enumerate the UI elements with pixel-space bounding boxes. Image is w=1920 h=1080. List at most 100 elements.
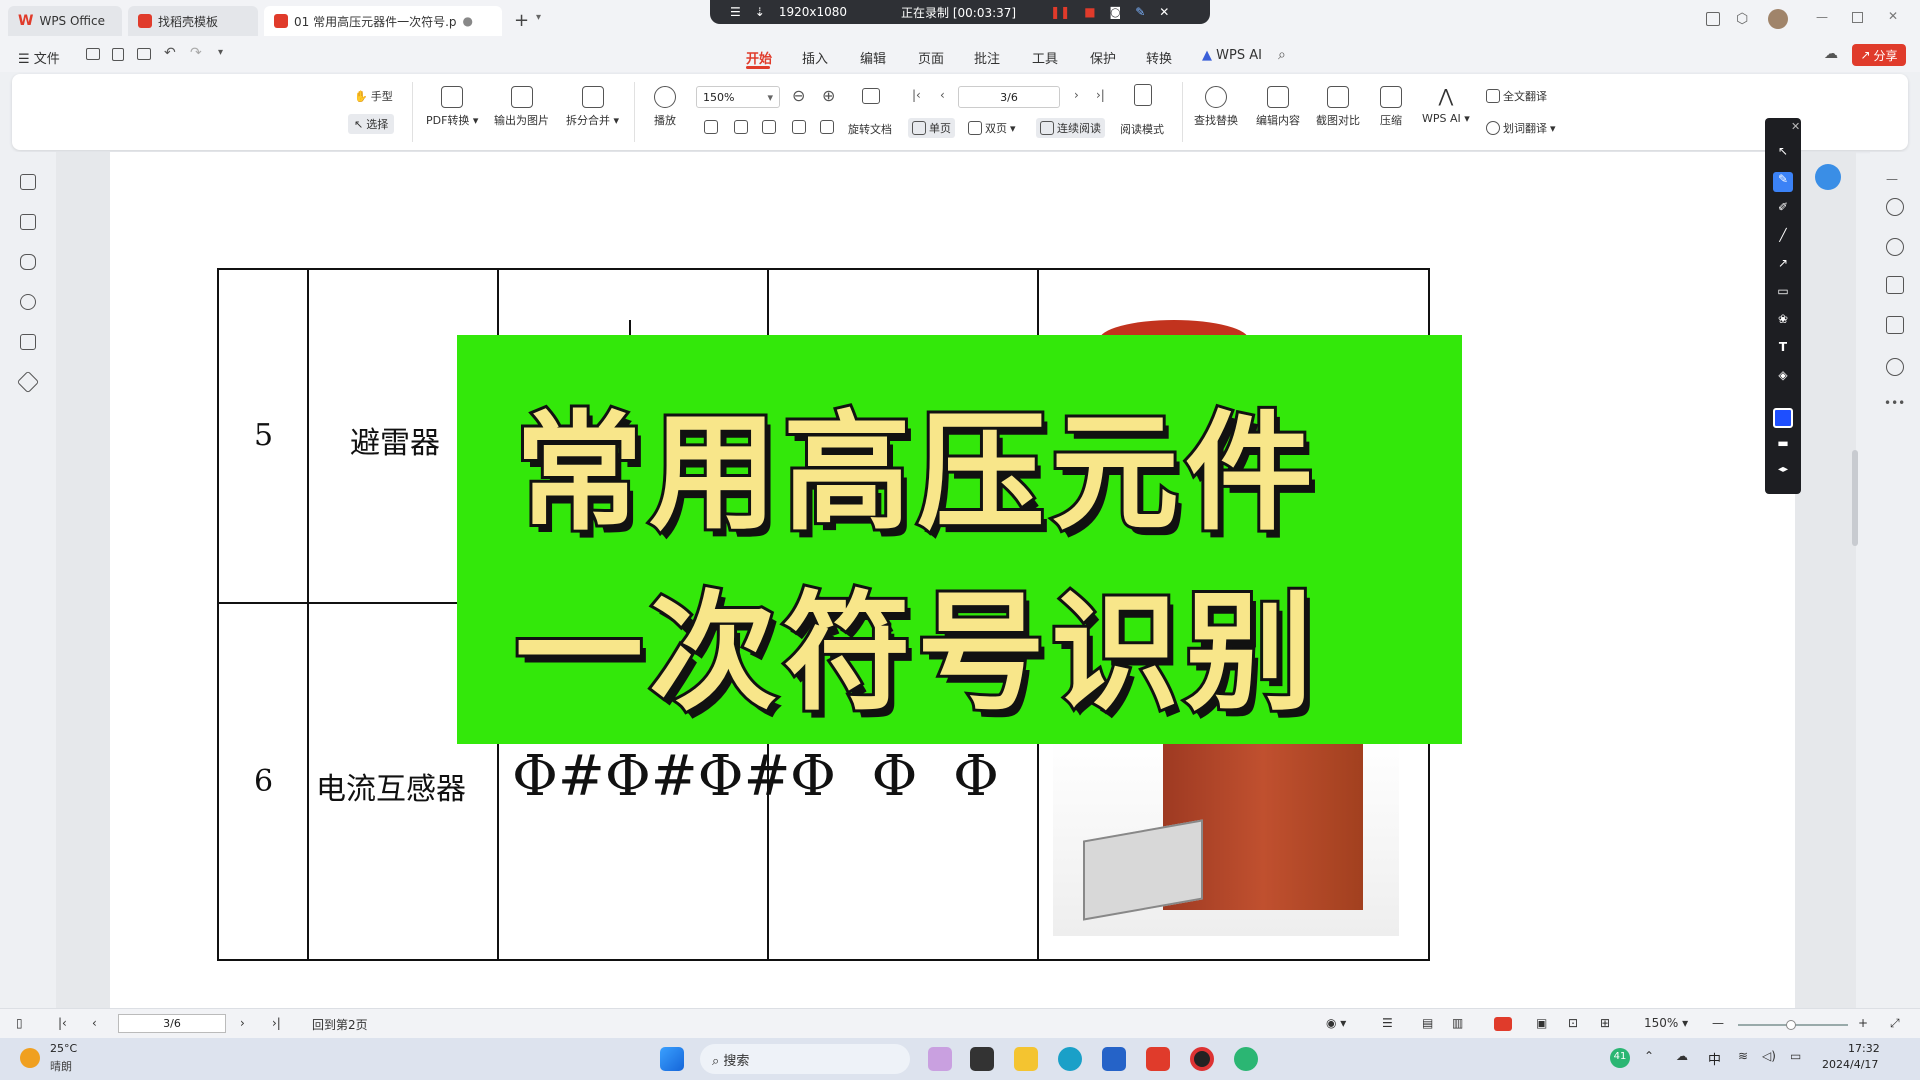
pin-icon[interactable]: ⇣ (755, 5, 765, 19)
first-page-icon[interactable]: |‹ (58, 1016, 67, 1030)
wps-ai-button[interactable]: ⋀ WPS AI ▾ (1422, 86, 1470, 125)
attachment-icon[interactable] (20, 294, 36, 310)
screenshot-compare-button[interactable]: 截图对比 (1316, 86, 1360, 128)
wps-taskbar-icon[interactable] (1146, 1047, 1170, 1071)
chevron-down-icon[interactable]: ▾ (536, 12, 541, 23)
page-field[interactable]: 3/6 (118, 1014, 226, 1033)
signature-icon[interactable] (20, 334, 36, 350)
zoom-slider-handle[interactable] (1786, 1020, 1796, 1030)
compress-button[interactable]: 压缩 (1380, 86, 1402, 128)
back-to-page-link[interactable]: 回到第2页 (312, 1016, 368, 1033)
zoom-in-icon[interactable]: ⊕ (822, 86, 835, 105)
copilot-icon[interactable] (928, 1047, 952, 1071)
double-view-icon[interactable]: ▥ (1452, 1016, 1463, 1030)
expand-icon[interactable]: ◂▸ (1773, 464, 1793, 484)
window-tile-icon[interactable] (1706, 12, 1720, 26)
select-tool-button[interactable]: ↖ 选择 (348, 114, 395, 134)
file-menu[interactable]: ☰ 文件 (18, 48, 60, 67)
search-icon[interactable] (1886, 198, 1904, 216)
fit-icon[interactable]: ▣ (1536, 1016, 1547, 1030)
full-translate-button[interactable]: 全文翻译 (1486, 88, 1547, 104)
text-icon[interactable]: T (1773, 340, 1793, 360)
start-icon[interactable] (660, 1047, 684, 1071)
word-translate-button[interactable]: 划词翻译 ▾ (1486, 120, 1556, 136)
zoom-level[interactable]: 150% ▾ (1644, 1016, 1688, 1030)
edge-icon[interactable] (1058, 1047, 1082, 1071)
next-page-icon[interactable]: › (240, 1016, 245, 1030)
zoom-out-icon[interactable]: ⊖ (792, 86, 805, 105)
tab-template[interactable]: 找稻壳模板 (128, 6, 258, 36)
chevron-down-icon[interactable]: ▾ (218, 47, 223, 58)
next-page-icon[interactable]: › (1074, 88, 1079, 102)
single-view-icon[interactable]: ▤ (1422, 1016, 1433, 1030)
continuous-view-icon[interactable]: ☰ (1382, 1016, 1393, 1030)
play-slideshow-icon[interactable] (1494, 1017, 1512, 1031)
rotate-right-icon[interactable] (820, 120, 834, 134)
prev-page-icon[interactable]: ‹ (92, 1016, 97, 1030)
camera-icon[interactable]: ◙ (1110, 5, 1122, 19)
sidebar-toggle-icon[interactable]: ▯ (16, 1016, 23, 1030)
zoom-select[interactable]: 150% ▾ (696, 86, 780, 108)
task-view-icon[interactable] (970, 1047, 994, 1071)
line-icon[interactable]: ╱ (1773, 228, 1793, 248)
hand-tool-button[interactable]: ✋ 手型 (354, 88, 393, 104)
stroke-width-icon[interactable]: ▬ (1773, 436, 1793, 456)
fit-height-icon[interactable] (762, 120, 776, 134)
double-page-button[interactable]: 双页 ▾ (968, 120, 1016, 136)
fit-height-icon[interactable]: ⊞ (1600, 1016, 1610, 1030)
cloud-icon[interactable]: ☁ (1676, 1049, 1688, 1063)
arrow-icon[interactable]: ↗ (1773, 256, 1793, 276)
wifi-icon[interactable]: ≋ (1738, 1049, 1748, 1063)
vertical-scrollbar[interactable] (1852, 450, 1858, 546)
maximize-icon[interactable] (1852, 12, 1863, 23)
eraser-icon[interactable]: ◈ (1773, 368, 1793, 388)
comment-icon[interactable] (20, 254, 36, 270)
fit-width-icon[interactable] (734, 120, 748, 134)
rotate-doc-button[interactable]: 旋转文档 (848, 121, 892, 137)
print-icon[interactable] (137, 48, 151, 60)
menu-home[interactable]: 开始 (746, 48, 772, 67)
share-button[interactable]: ↗ 分享 (1852, 44, 1906, 66)
notification-badge[interactable]: 41 (1610, 1048, 1630, 1068)
battery-icon[interactable]: ▭ (1790, 1049, 1801, 1063)
reading-mode-icon[interactable] (1134, 84, 1152, 106)
page-input[interactable]: 3/6 (958, 86, 1060, 108)
menu-annotate[interactable]: 批注 (974, 48, 1000, 67)
cloud-chat-icon[interactable]: ☁ (1824, 46, 1838, 62)
zoom-out-icon[interactable]: — (1712, 1016, 1724, 1030)
zoom-in-icon[interactable]: + (1858, 1016, 1868, 1030)
chevron-up-icon[interactable]: ⌃ (1644, 1049, 1654, 1063)
input-language[interactable]: 中 (1708, 1049, 1721, 1068)
store-icon[interactable] (1102, 1047, 1126, 1071)
avatar[interactable] (1768, 9, 1788, 29)
shapes-icon[interactable]: ❀ (1773, 312, 1793, 332)
sync-icon[interactable] (1886, 238, 1904, 256)
tab-document[interactable]: 01 常用高压元器件一次符号.p ● (264, 6, 502, 36)
translate-book-icon[interactable] (1886, 316, 1904, 334)
minimize-icon[interactable]: — (1816, 10, 1828, 24)
help-icon[interactable] (1886, 358, 1904, 376)
menu-protect[interactable]: 保护 (1090, 48, 1116, 67)
first-page-icon[interactable]: |‹ (912, 88, 921, 102)
pen-icon[interactable]: ✎ (1135, 5, 1145, 19)
rotate-left-icon[interactable] (792, 120, 806, 134)
fullscreen-icon[interactable]: ⤢ (1890, 1016, 1900, 1031)
wechat-icon[interactable] (1234, 1047, 1258, 1071)
pdf-convert-button[interactable]: PDF转换 ▾ (426, 86, 478, 128)
taskbar-search[interactable]: ⌕ 搜索 (700, 1044, 910, 1074)
single-page-button[interactable]: 单页 (908, 118, 955, 138)
redo-icon[interactable]: ↷ (190, 45, 202, 61)
menu-edit[interactable]: 编辑 (860, 48, 886, 67)
prev-page-icon[interactable]: ‹ (940, 88, 945, 102)
last-page-icon[interactable]: ›| (272, 1016, 281, 1030)
tab-wps-office[interactable]: W WPS Office (8, 6, 122, 36)
pause-icon[interactable]: ❚❚ (1050, 5, 1070, 19)
close-icon[interactable]: ✕ (1791, 120, 1800, 133)
eye-icon[interactable]: ◉ ▾ (1326, 1016, 1346, 1030)
rectangle-icon[interactable]: ▭ (1773, 284, 1793, 304)
translate-float-button[interactable] (1815, 164, 1841, 190)
settings-sliders-icon[interactable] (1886, 276, 1904, 294)
file-explorer-icon[interactable] (1014, 1047, 1038, 1071)
continuous-reading-button[interactable]: 连续阅读 (1036, 118, 1105, 138)
thumbnail-icon[interactable] (20, 214, 36, 230)
